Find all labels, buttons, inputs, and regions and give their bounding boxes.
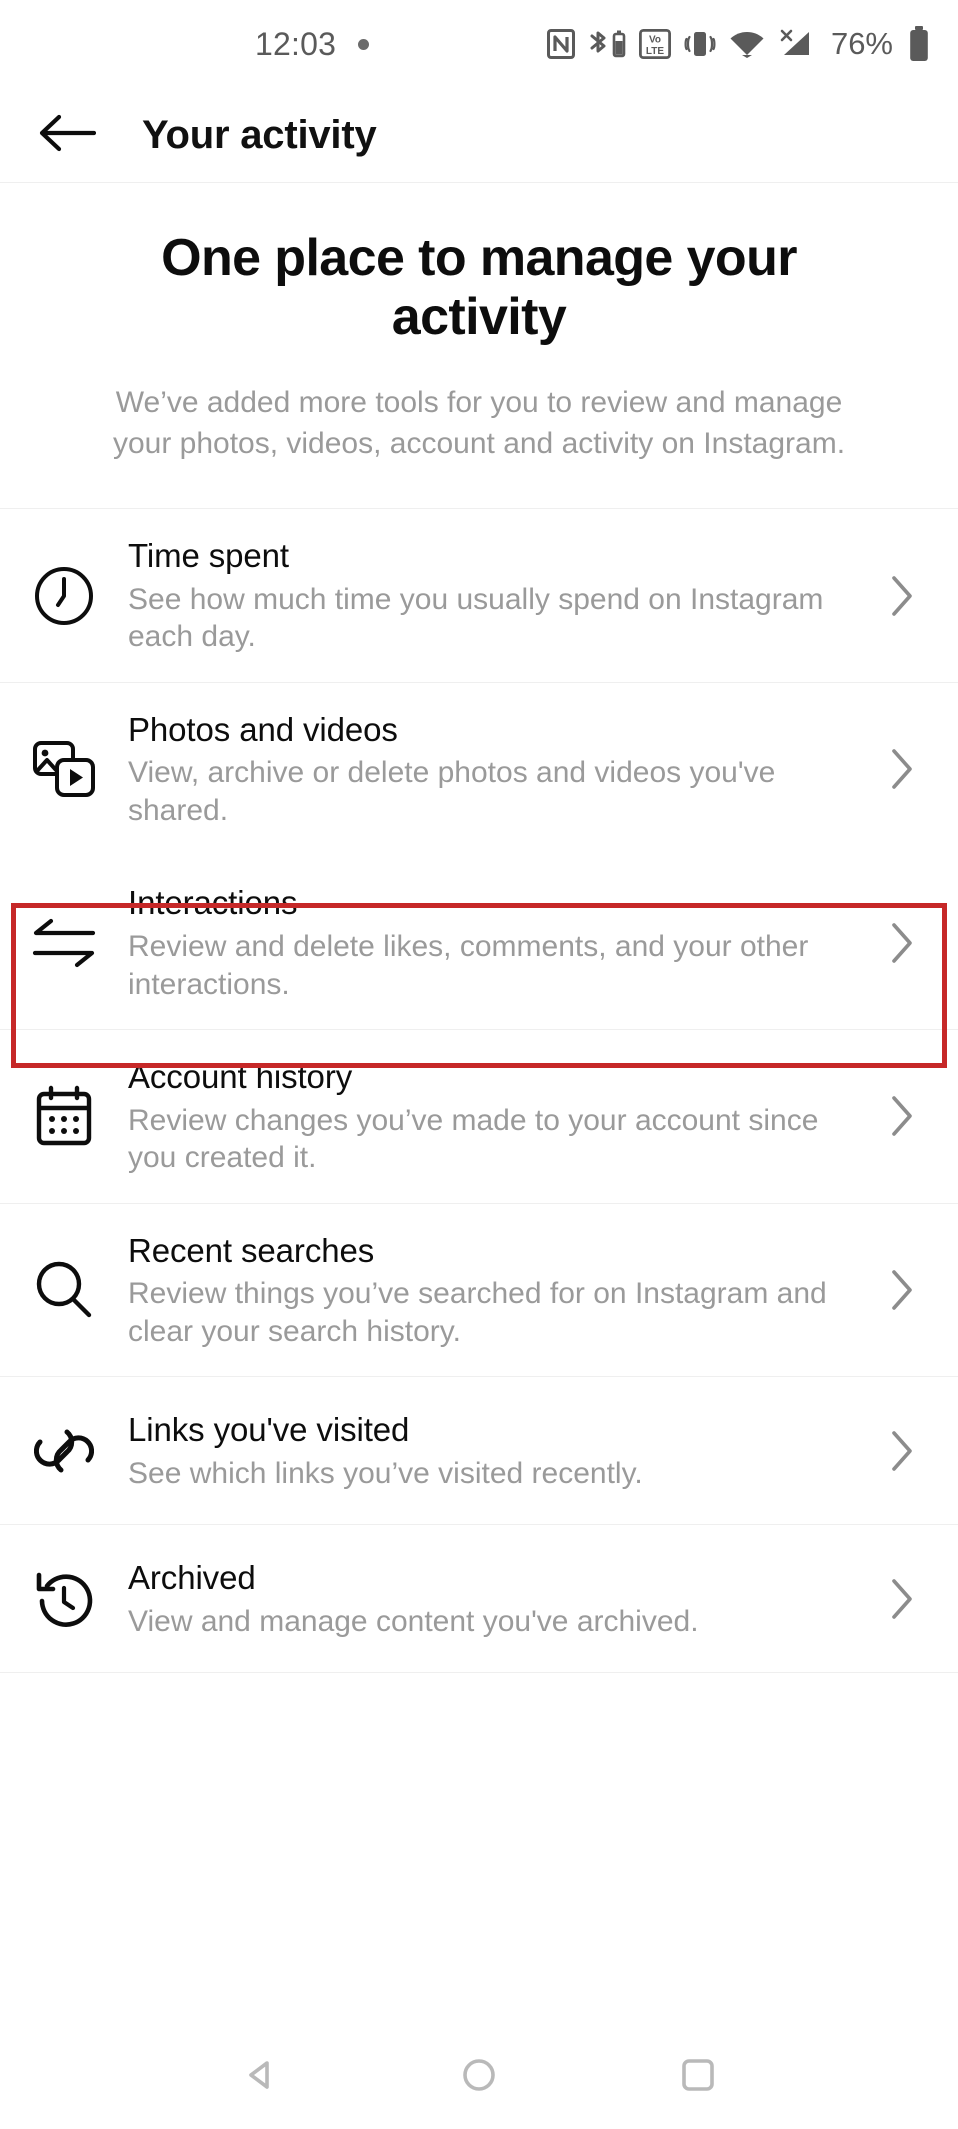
list-item-description: See how much time you usually spend on I… <box>128 582 824 654</box>
list-item-interactions[interactable]: Interactions Review and delete likes, co… <box>0 856 958 1031</box>
status-bar-left: 12:03 <box>255 25 370 63</box>
battery-percent-label: 76% <box>830 26 893 61</box>
search-icon <box>0 1259 128 1321</box>
chevron-right-icon <box>880 574 924 618</box>
archive-restore-icon <box>0 1568 128 1630</box>
list-item-description: View, archive or delete photos and video… <box>128 756 776 827</box>
list-item-photos-and-videos[interactable]: Photos and videos View, archive or delet… <box>0 682 958 857</box>
interactions-arrows-icon <box>0 915 128 971</box>
chevron-right-icon <box>880 747 924 791</box>
chevron-right-icon <box>880 921 924 965</box>
list-item-text: Recent searches Review things you’ve sea… <box>128 1230 880 1351</box>
back-button[interactable] <box>30 98 104 172</box>
nav-home-circle-icon[interactable] <box>459 2055 499 2095</box>
list-item-title: Interactions <box>128 884 298 922</box>
svg-text:LTE: LTE <box>646 46 664 57</box>
list-item-description: Review things you’ve searched for on Ins… <box>128 1277 827 1348</box>
list-item-text: Archived View and manage content you've … <box>128 1557 880 1640</box>
wifi-icon <box>729 30 765 58</box>
hero-title: One place to manage your activity <box>161 229 797 347</box>
chevron-right-icon <box>880 1268 924 1312</box>
list-item-title: Photos and videos <box>128 710 398 748</box>
phone-screen: 12:03 Vo LTE 76% Your activity One place… <box>0 0 958 2129</box>
list-item-title: Links you've visited <box>128 1411 410 1449</box>
list-item-title: Recent searches <box>128 1231 375 1269</box>
list-item-recent-searches[interactable]: Recent searches Review things you’ve sea… <box>0 1203 958 1378</box>
svg-text:Vo: Vo <box>649 34 661 45</box>
bluetooth-battery-icon <box>588 28 626 60</box>
list-item-title: Account history <box>128 1058 353 1096</box>
system-navigation-bar <box>0 2020 958 2129</box>
battery-icon <box>908 26 930 62</box>
volte-icon: Vo LTE <box>638 29 671 59</box>
back-arrow-icon <box>38 113 97 158</box>
status-bar-right: Vo LTE 76% <box>546 26 930 62</box>
vibrate-icon <box>684 29 716 59</box>
list-item-text: Account history Review changes you’ve ma… <box>128 1056 880 1177</box>
activity-list: Time spent See how much time you usually… <box>0 509 958 2020</box>
list-item-text: Photos and videos View, archive or delet… <box>128 709 880 830</box>
list-item-account-history[interactable]: Account history Review changes you’ve ma… <box>0 1030 958 1204</box>
list-item-description: View and manage content you've archived. <box>128 1604 699 1638</box>
chevron-right-icon <box>880 1577 924 1621</box>
nav-back-triangle-icon[interactable] <box>240 2055 280 2095</box>
chevron-right-icon <box>880 1094 924 1138</box>
list-item-text: Links you've visited See which links you… <box>128 1409 880 1492</box>
status-bar: 12:03 Vo LTE 76% <box>0 0 958 88</box>
list-item-title: Time spent <box>128 537 290 575</box>
clock-icon <box>0 565 128 627</box>
list-item-text: Time spent See how much time you usually… <box>128 535 880 656</box>
calendar-icon <box>0 1085 128 1147</box>
chevron-right-icon <box>880 1429 924 1473</box>
list-item-description: Review changes you’ve made to your accou… <box>128 1103 819 1175</box>
list-item-text: Interactions Review and delete likes, co… <box>128 882 880 1003</box>
status-bar-clock: 12:03 <box>255 25 337 62</box>
hero-subtitle: We’ve added more tools for you to review… <box>112 385 846 460</box>
cellular-no-sim-icon <box>778 29 814 59</box>
list-item-description: See which links you’ve visited recently. <box>128 1456 643 1490</box>
notification-dot-icon <box>358 38 370 50</box>
link-icon <box>0 1420 128 1482</box>
list-item-archived[interactable]: Archived View and manage content you've … <box>0 1525 958 1674</box>
nav-recents-square-icon[interactable] <box>678 2055 718 2095</box>
app-bar: Your activity <box>0 88 958 183</box>
list-item-description: Review and delete likes, comments, and y… <box>128 930 809 1001</box>
page-title: Your activity <box>142 112 377 157</box>
hero-section: One place to manage your activity We’ve … <box>0 183 958 510</box>
list-item-links-visited[interactable]: Links you've visited See which links you… <box>0 1377 958 1526</box>
photos-videos-icon <box>0 738 128 800</box>
list-item-title: Archived <box>128 1559 256 1597</box>
nfc-icon <box>546 29 575 59</box>
list-item-time-spent[interactable]: Time spent See how much time you usually… <box>0 509 958 683</box>
